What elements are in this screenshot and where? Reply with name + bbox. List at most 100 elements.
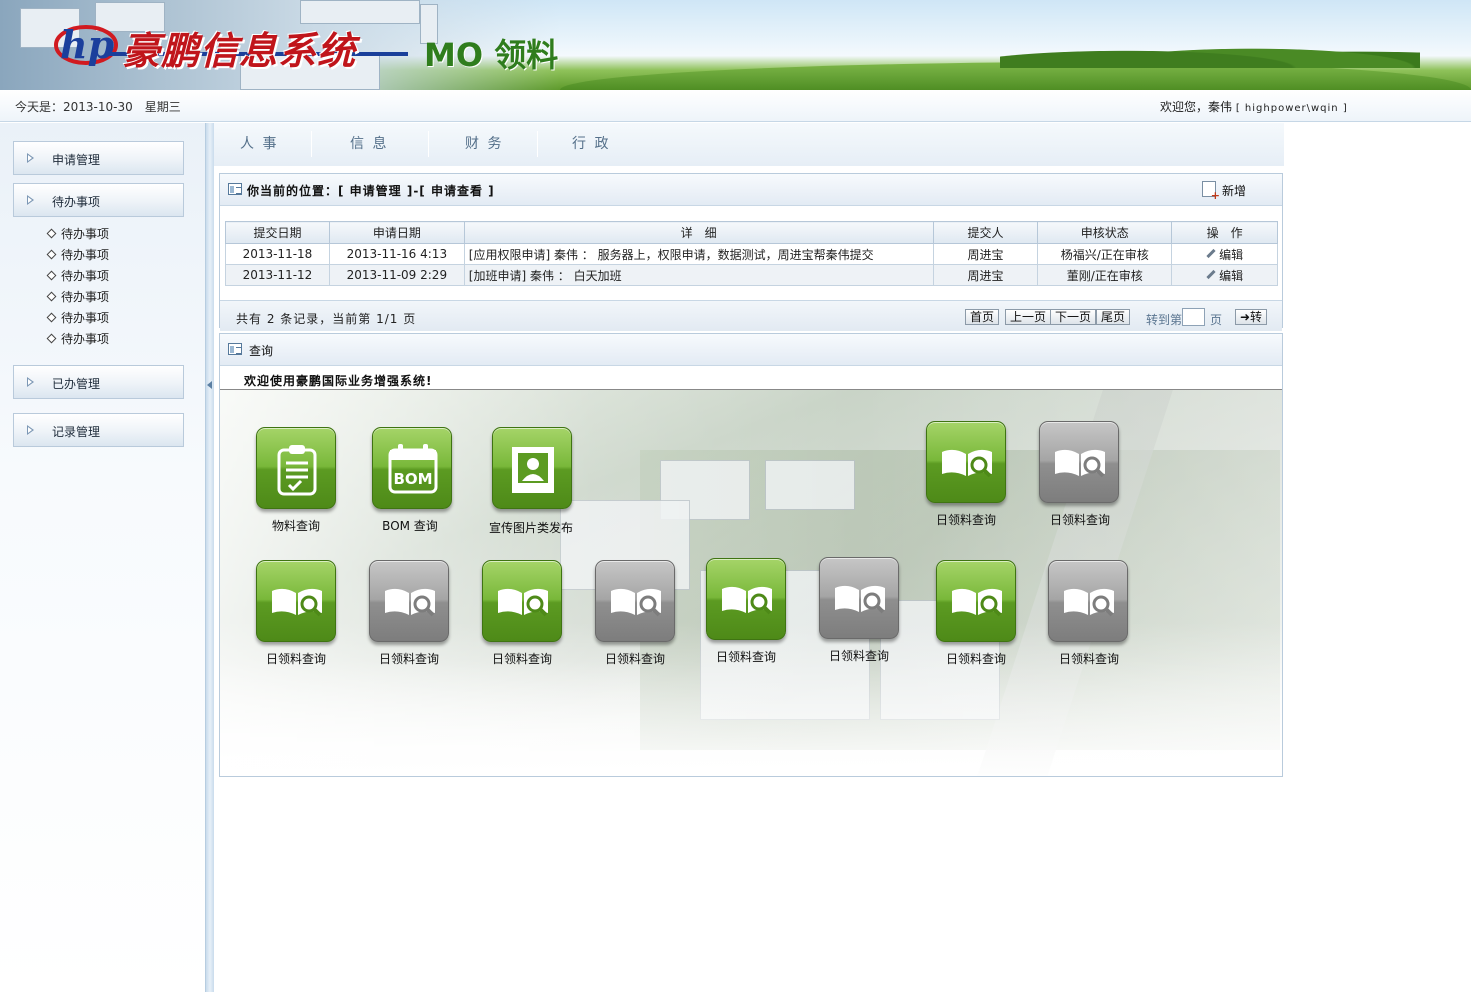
query-panel-title: 查询	[249, 344, 274, 358]
daily-material-query-tile[interactable]: 日领料查询	[911, 560, 1041, 680]
table-row[interactable]: 2013-11-12 2013-11-09 2:29 [加班申请] 秦伟 ： 白…	[225, 264, 1278, 286]
svg-text:BOM: BOM	[393, 470, 432, 488]
tile-button[interactable]	[1048, 560, 1128, 642]
tab-personnel[interactable]: 人 事	[240, 133, 278, 153]
edit-link[interactable]: 编辑	[1219, 248, 1243, 262]
sidebar-item-done-management[interactable]: 已办管理	[13, 365, 184, 399]
daily-material-query-tile[interactable]: 日领料查询	[681, 558, 811, 678]
status-cell: 董刚/正在审核	[1037, 264, 1173, 286]
detail-cell[interactable]: [加班申请] 秦伟 ： 白天加班	[463, 264, 934, 286]
pencil-icon[interactable]	[1206, 269, 1216, 279]
tile-button[interactable]	[595, 560, 675, 642]
tile-button[interactable]	[936, 560, 1016, 642]
header-banner: hp 豪鹏信息系统 MO 领料	[0, 0, 1471, 90]
table-row[interactable]: 2013-11-18 2013-11-16 4:13 [应用权限申请] 秦伟 ：…	[225, 243, 1278, 265]
book-search-icon	[722, 586, 772, 615]
module-title: MO 领料	[424, 36, 559, 74]
sidebar-item-apply-management[interactable]: 申请管理	[13, 141, 184, 175]
collapse-arrow-icon[interactable]	[207, 381, 212, 389]
breadcrumb: 你当前的位置：[ 申请管理 ]-[ 申请查看 ]	[247, 184, 495, 198]
info-bar: 今天是：2013-10-30 星期三 欢迎您，秦伟 [ highpower\wq…	[0, 90, 1471, 122]
goto-page-input[interactable]	[1182, 308, 1205, 326]
diamond-bullet-icon	[46, 228, 57, 239]
apply-date-cell: 2013-11-09 2:29	[328, 264, 465, 286]
sidebar-item-label: 待办事项	[52, 195, 101, 209]
bom-calendar-icon: BOM	[388, 444, 438, 494]
portrait-icon	[512, 447, 554, 493]
sidebar-item-record-management[interactable]: 记录管理	[13, 413, 184, 447]
submenu-item[interactable]: 待办事项	[46, 226, 109, 247]
column-header[interactable]: 操 作	[1171, 221, 1278, 244]
column-header[interactable]: 提交人	[932, 221, 1039, 244]
diamond-bullet-icon	[46, 333, 57, 344]
goto-label: 转到第	[1146, 313, 1183, 327]
column-header[interactable]: 申核状态	[1037, 221, 1173, 244]
submenu-item[interactable]: 待办事项	[46, 247, 109, 268]
submenu-item[interactable]: 待办事项	[46, 310, 109, 331]
book-search-icon	[385, 588, 435, 617]
column-header[interactable]: 申请日期	[328, 221, 465, 244]
tile-label: 日领料查询	[378, 652, 439, 666]
submenu-item[interactable]: 待办事项	[46, 289, 109, 310]
column-header[interactable]: 详 细	[463, 221, 934, 244]
next-page-button[interactable]: 下一页	[1050, 309, 1097, 325]
pencil-icon[interactable]	[1206, 248, 1216, 258]
column-header[interactable]: 提交日期	[225, 221, 330, 244]
book-search-icon	[942, 449, 992, 478]
submit-date-cell: 2013-11-18	[225, 243, 330, 265]
document-icon	[228, 183, 242, 195]
sidebar-splitter[interactable]	[205, 123, 214, 992]
book-search-icon	[952, 588, 1002, 617]
daily-material-query-tile[interactable]: 日领料查询	[901, 421, 1031, 541]
go-button[interactable]: ➜转	[1235, 309, 1268, 325]
daily-material-query-tile[interactable]: 日领料查询	[1024, 560, 1154, 680]
tile-label: 日领料查询	[715, 650, 776, 664]
submit-date-cell: 2013-11-12	[225, 264, 330, 286]
book-search-icon	[835, 585, 885, 614]
tile-button[interactable]	[819, 557, 899, 639]
tab-finance[interactable]: 财 务	[465, 133, 503, 153]
diamond-bullet-icon	[46, 312, 57, 323]
tile-button[interactable]	[492, 427, 572, 509]
bom-query-tile[interactable]: BOM BOM 查询	[345, 427, 475, 547]
diamond-bullet-icon	[46, 249, 57, 260]
tile-button[interactable]	[256, 560, 336, 642]
diamond-bullet-icon	[46, 270, 57, 281]
edit-link[interactable]: 编辑	[1219, 269, 1243, 283]
tab-administration[interactable]: 行 政	[572, 133, 610, 153]
tile-button[interactable]	[256, 427, 336, 509]
tile-label: 日领料查询	[1049, 513, 1110, 527]
detail-cell[interactable]: [应用权限申请] 秦伟 ： 服务器上，权限申请，数据测试，周进宝帮秦伟提交	[463, 243, 934, 265]
tile-label: 日领料查询	[491, 652, 552, 666]
material-query-tile[interactable]: 物料查询	[231, 427, 361, 547]
sidebar-item-todo[interactable]: 待办事项	[13, 183, 184, 217]
tile-button[interactable]	[926, 421, 1006, 503]
top-tab-bar: 人 事 信 息 财 务 行 政	[214, 123, 1284, 166]
tile-label: BOM 查询	[382, 519, 438, 533]
tile-button[interactable]: BOM	[372, 427, 452, 509]
tile-button[interactable]	[369, 560, 449, 642]
publicity-image-tile[interactable]: 宣传图片类发布	[466, 427, 596, 547]
tab-information[interactable]: 信 息	[350, 133, 388, 153]
triangle-right-icon	[27, 377, 34, 387]
tile-label: 日领料查询	[935, 513, 996, 527]
triangle-right-icon	[27, 195, 34, 205]
tab-divider	[537, 131, 538, 157]
triangle-right-icon	[27, 153, 34, 163]
submenu-item[interactable]: 待办事项	[46, 331, 109, 352]
daily-material-query-tile[interactable]: 日领料查询	[1015, 421, 1145, 541]
daily-material-query-tile[interactable]: 日领料查询	[794, 557, 924, 677]
daily-material-query-tile[interactable]: 日领料查询	[457, 560, 587, 680]
application-list-panel: 你当前的位置：[ 申请管理 ]-[ 申请查看 ] 新增 提交日期 申请日期 详 …	[219, 173, 1283, 331]
first-page-button[interactable]: 首页	[965, 309, 1000, 325]
tile-label: 日领料查询	[828, 649, 889, 663]
tile-button[interactable]	[482, 560, 562, 642]
welcome-label: 欢迎您，秦伟	[1160, 100, 1233, 114]
tile-button[interactable]	[1039, 421, 1119, 503]
last-page-button[interactable]: 尾页	[1096, 309, 1131, 325]
daily-material-query-tile[interactable]: 日领料查询	[344, 560, 474, 680]
prev-page-button[interactable]: 上一页	[1005, 309, 1052, 325]
daily-material-query-tile[interactable]: 日领料查询	[231, 560, 361, 680]
submenu-item[interactable]: 待办事项	[46, 268, 109, 289]
tile-button[interactable]	[706, 558, 786, 640]
